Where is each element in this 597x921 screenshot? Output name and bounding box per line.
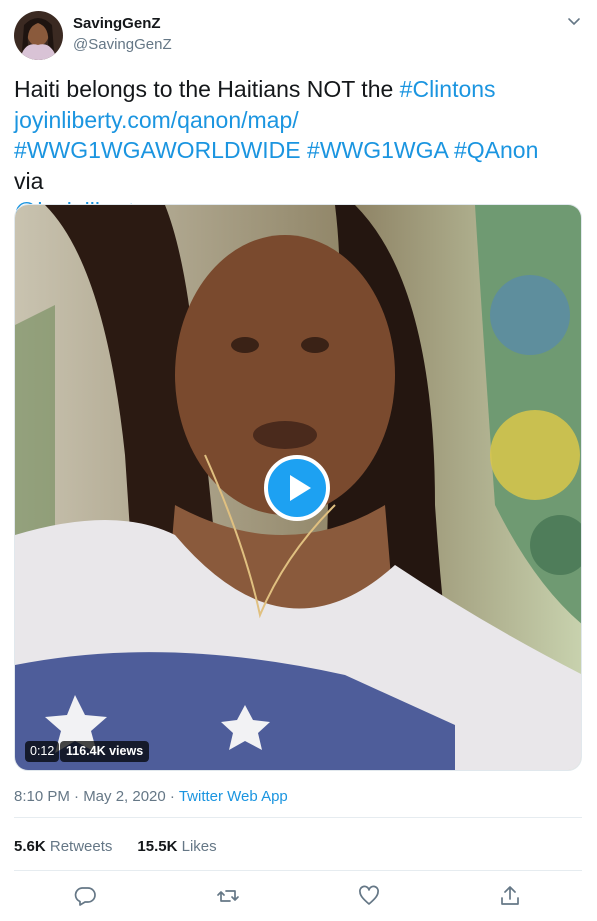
likes-stat[interactable]: 15.5K Likes <box>137 838 216 855</box>
like-icon[interactable] <box>357 884 381 908</box>
reply-icon[interactable] <box>73 884 97 908</box>
tweet-stats: 5.6K Retweets 15.5K Likes <box>14 838 217 855</box>
tweet-timestamp[interactable]: 8:10 PM · May 2, 2020 · <box>14 788 179 805</box>
tweet-source[interactable]: Twitter Web App <box>179 788 288 805</box>
via-text: via <box>14 167 44 194</box>
tweet-meta: 8:10 PM · May 2, 2020 · Twitter Web App <box>14 788 288 805</box>
author-handle[interactable]: @SavingGenZ <box>73 36 172 53</box>
retweets-stat[interactable]: 5.6K Retweets <box>14 838 112 855</box>
tweet-url[interactable]: joyinliberty.com/qanon/map/ <box>14 107 299 133</box>
avatar[interactable] <box>14 11 63 60</box>
divider <box>14 817 582 818</box>
retweet-icon[interactable] <box>216 884 240 908</box>
tweet: SavingGenZ @SavingGenZ Haiti belongs to … <box>0 0 597 921</box>
likes-count: 15.5K <box>137 838 178 855</box>
play-icon[interactable] <box>264 455 330 521</box>
likes-label: Likes <box>181 838 217 855</box>
retweets-count: 5.6K <box>14 838 46 855</box>
action-bar <box>0 872 597 920</box>
retweets-label: Retweets <box>49 838 113 855</box>
video-views-badge: 116.4K views <box>60 741 150 762</box>
hashtag-wwg1wga[interactable]: #WWG1WGA <box>307 137 448 163</box>
hashtag-wwg1wgaworldwide[interactable]: #WWG1WGAWORLDWIDE <box>14 137 301 163</box>
author-name[interactable]: SavingGenZ <box>73 15 161 32</box>
tweet-text-plain: Haiti belongs to the Haitians NOT the <box>14 76 400 102</box>
divider <box>14 870 582 871</box>
hashtag-clintons[interactable]: #Clintons <box>400 76 496 102</box>
hashtag-qanon[interactable]: #QAnon <box>454 137 538 163</box>
video-duration-badge: 0:12 <box>25 741 60 762</box>
chevron-down-icon[interactable] <box>566 14 582 30</box>
share-icon[interactable] <box>498 884 522 908</box>
